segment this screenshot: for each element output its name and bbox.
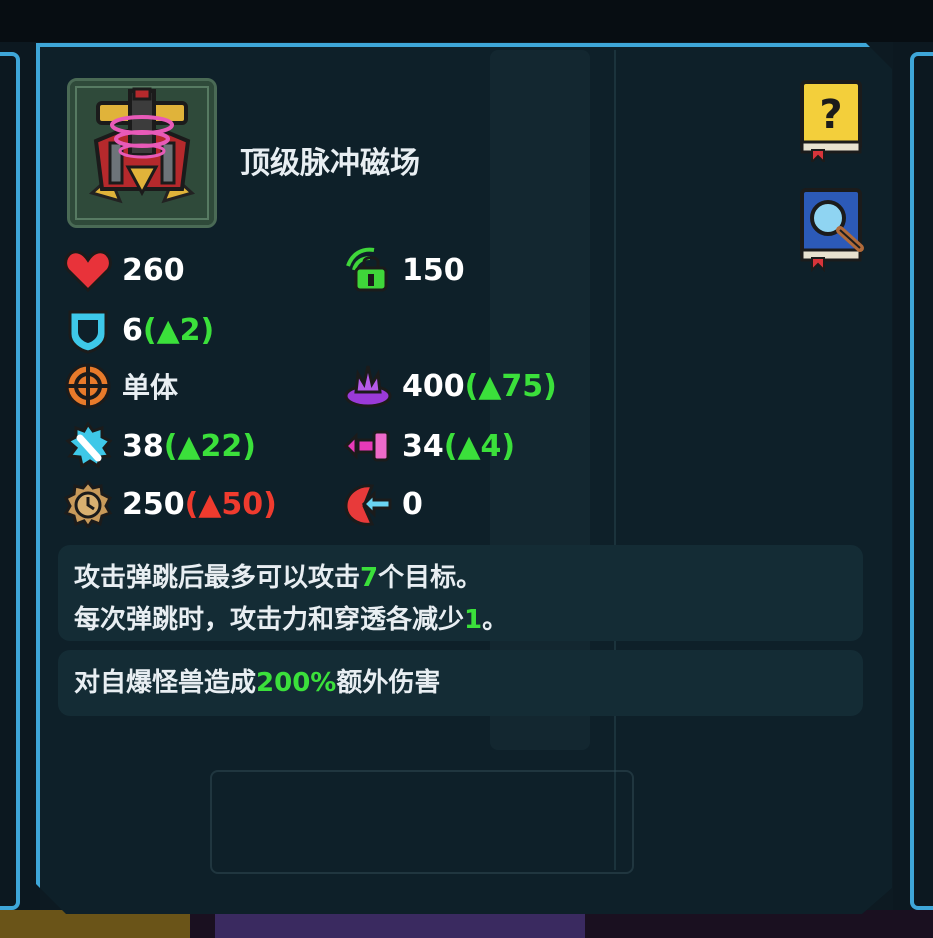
armor-bonus: (▲2) [142, 312, 215, 348]
pulse-tower-icon [70, 81, 214, 225]
pierce-stat: 34 (▲4) [342, 422, 515, 470]
question-book-icon: ? [800, 80, 862, 165]
bonus-damage-description: 对自爆怪兽造成200%额外伤害 [58, 650, 863, 716]
pierce-bonus: (▲4) [443, 428, 516, 464]
cooldown-value: 250 [122, 486, 185, 522]
tower-portrait [67, 78, 217, 228]
explosion-value: 400 [402, 368, 465, 404]
tower-name: 顶级脉冲磁场 [240, 146, 420, 181]
cooldown-bonus: (▲50) [184, 486, 277, 522]
left-panel-frame [0, 52, 20, 910]
range-stat: 150 [342, 246, 465, 294]
knockback-value: 0 [402, 486, 423, 522]
bottom-middle-button[interactable] [215, 910, 585, 938]
hp-stat: 260 [62, 246, 185, 294]
description-line-3: 对自爆怪兽造成200%额外伤害 [74, 668, 441, 698]
shield-icon [68, 310, 108, 354]
search-button[interactable] [798, 186, 864, 273]
svg-text:?: ? [819, 92, 842, 138]
cooldown-stat: 250 (▲50) [62, 480, 277, 528]
bottom-strip [0, 910, 933, 938]
attack-gear-icon [65, 422, 113, 469]
pink-pierce-icon [343, 430, 390, 462]
background-ghost-card [210, 770, 634, 874]
pierce-value: 34 [402, 428, 444, 464]
right-panel-frame [910, 52, 933, 910]
range-value: 150 [402, 252, 465, 288]
attack-stat: 38 (▲22) [62, 422, 256, 470]
attack-value: 38 [122, 428, 164, 464]
target-stat: 单体 [62, 362, 178, 410]
red-knockback-icon [344, 484, 392, 526]
bottom-left-button[interactable] [0, 910, 190, 938]
background-divider [614, 50, 616, 870]
armor-stat: 6 (▲2) [62, 306, 214, 354]
green-range-icon [346, 247, 388, 292]
ability-description: 攻击弹跳后最多可以攻击7个目标。 每次弹跳时，攻击力和穿透各减少1。 [58, 545, 863, 641]
help-button[interactable]: ? [798, 78, 864, 165]
crosshair-icon [65, 363, 111, 409]
purple-blast-icon [344, 365, 392, 408]
top-bar [0, 0, 933, 42]
description-line-2: 每次弹跳时，攻击力和穿透各减少1。 [74, 605, 509, 635]
explosion-bonus: (▲75) [464, 368, 557, 404]
target-value: 单体 [122, 371, 179, 404]
explosion-stat: 400 (▲75) [342, 362, 557, 410]
heart-icon [64, 250, 112, 293]
armor-value: 6 [122, 312, 143, 348]
magnifier-book-icon [800, 188, 864, 273]
clock-icon [63, 480, 113, 528]
hp-value: 260 [122, 252, 185, 288]
description-line-1: 攻击弹跳后最多可以攻击7个目标。 [74, 563, 483, 593]
attack-bonus: (▲22) [163, 428, 256, 464]
knockback-stat: 0 [342, 480, 423, 528]
